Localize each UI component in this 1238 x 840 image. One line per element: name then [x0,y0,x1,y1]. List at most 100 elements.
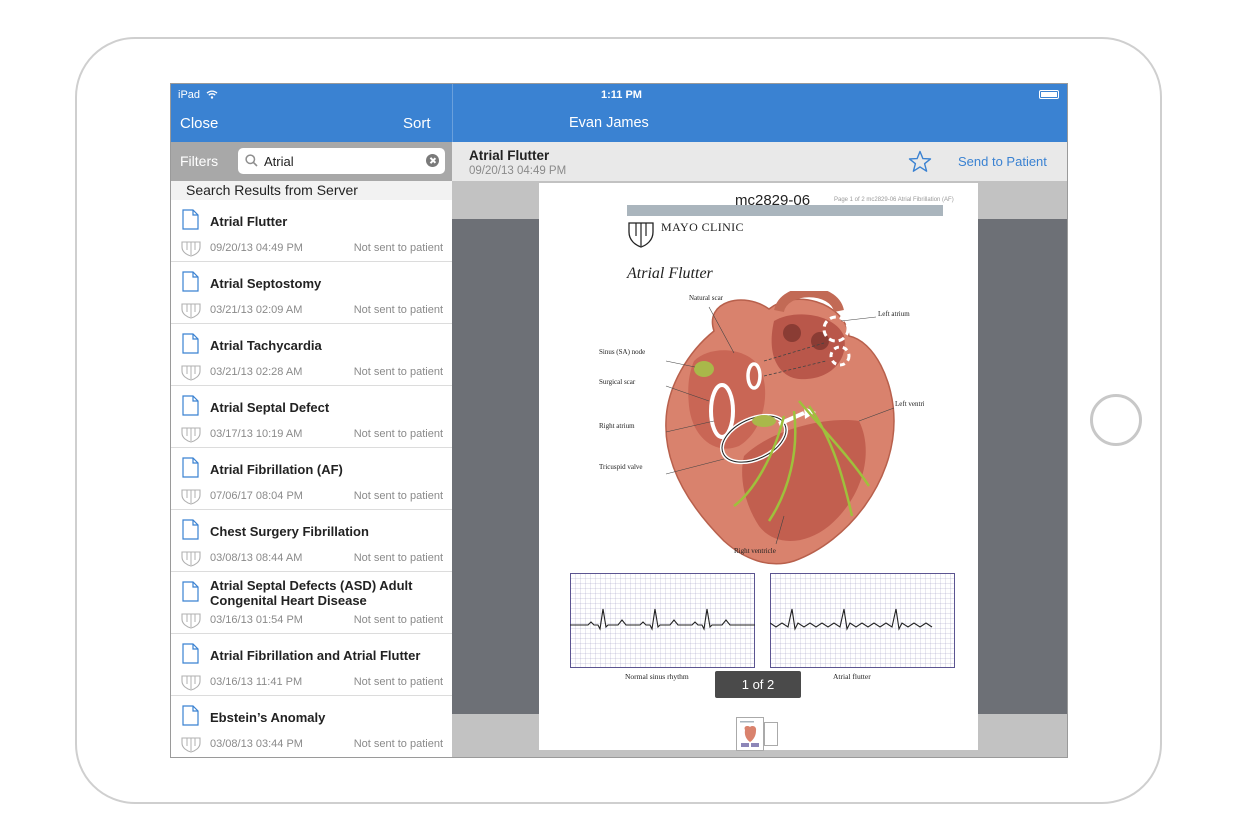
page-title: Atrial Flutter [627,265,713,282]
label-right-atrium: Right atrium [599,422,635,430]
document-icon [182,581,199,602]
search-input[interactable] [264,151,414,171]
results-list: Atrial Flutter 09/20/13 04:49 PM Not sen… [171,200,452,757]
mayo-shield-icon [181,303,201,319]
document-date: 09/20/13 04:49 PM [469,165,567,177]
home-button[interactable] [1090,394,1142,446]
mayo-shield-icon [181,551,201,567]
document-icon [182,519,199,540]
label-left-atrium: Left atrium [878,310,910,318]
item-title: Chest Surgery Fibrillation [210,524,369,539]
item-title: Atrial Tachycardia [210,338,322,353]
wifi-icon [206,90,218,99]
item-status: Not sent to patient [353,304,443,316]
document-viewer[interactable]: mc2829-06 Page 1 of 2 mc2829-06 Atrial F… [452,181,1067,757]
document-icon [182,333,199,354]
mayo-shield-icon [181,427,201,443]
item-status: Not sent to patient [353,242,443,254]
label-right-ventricle: Right ventricle [734,547,776,555]
list-item[interactable]: Atrial Septostomy 03/21/13 02:09 AM Not … [171,262,452,324]
list-item[interactable]: Atrial Septal Defect 03/17/13 10:19 AM N… [171,386,452,448]
item-title: Atrial Septal Defect [210,400,330,415]
document-icon [182,643,199,664]
item-date: 03/17/13 10:19 AM [210,428,303,440]
ekg-normal-label: Normal sinus rhythm [625,672,689,681]
ekg-normal-rhythm [570,573,755,668]
page-thumbnail[interactable] [736,717,764,751]
close-button[interactable]: Close [180,115,218,132]
send-to-patient-button[interactable]: Send to Patient [958,154,1047,169]
mayo-shield-icon [181,737,201,753]
page-thumbnail-2[interactable] [764,722,778,746]
item-date: 07/06/17 08:04 PM [210,490,303,502]
item-date: 03/08/13 03:44 PM [210,738,303,750]
item-title: Atrial Septal Defects (ASD) Adult Congen… [210,578,413,608]
item-date: 03/16/13 11:41 PM [210,676,303,688]
navigation-bar: iPad 1:11 PM Close Sort Evan James [171,84,1067,142]
list-item[interactable]: Atrial Fibrillation (AF) 07/06/17 08:04 … [171,448,452,510]
document-icon [182,271,199,292]
app-screen: iPad 1:11 PM Close Sort Evan James Filte… [170,83,1068,758]
list-item[interactable]: Atrial Fibrillation and Atrial Flutter 0… [171,634,452,696]
item-title: Ebstein’s Anomaly [210,710,326,725]
label-left-ventricle: Left ventricle [895,400,924,408]
ekg-atrial-flutter [770,573,955,668]
document-toolbar: Atrial Flutter 09/20/13 04:49 PM Send to… [452,142,1067,181]
status-time: 1:11 PM [601,89,642,101]
results-header: Search Results from Server [171,181,452,200]
filters-button[interactable]: Filters [180,153,218,169]
item-title: Atrial Septostomy [210,276,322,291]
list-item[interactable]: Atrial Tachycardia 03/21/13 02:28 AM Not… [171,324,452,386]
document-title: Atrial Flutter [469,148,550,163]
item-date: 03/21/13 02:09 AM [210,304,303,316]
document-icon [182,209,199,230]
mayo-shield-icon [181,241,201,257]
results-header-label: Search Results from Server [186,182,358,198]
list-item[interactable]: Chest Surgery Fibrillation 03/08/13 08:4… [171,510,452,572]
page-counter: 1 of 2 [715,671,801,698]
mayo-clinic-logo-icon [628,222,654,248]
label-surgical-scar: Surgical scar [599,378,636,386]
document-id: mc2829-06 [735,192,811,209]
patient-name: Evan James [569,115,649,131]
mayo-shield-icon [181,675,201,691]
sort-button[interactable]: Sort [403,115,431,132]
clear-search-icon[interactable] [426,154,439,167]
item-status: Not sent to patient [353,490,443,502]
status-carrier: iPad [178,89,218,101]
item-date: 03/08/13 08:44 AM [210,552,303,564]
item-status: Not sent to patient [353,428,443,440]
clinic-name: MAYO CLINIC [661,220,744,234]
page-header-text: Page 1 of 2 mc2829-06 Atrial Fibrillatio… [834,197,954,203]
list-item[interactable]: Ebstein’s Anomaly 03/08/13 03:44 PM Not … [171,696,452,757]
label-sinus-node: Sinus (SA) node [599,348,645,356]
battery-icon [1039,90,1059,99]
document-page: mc2829-06 Page 1 of 2 mc2829-06 Atrial F… [539,183,978,750]
label-natural-scar: Natural scar [689,294,724,302]
document-icon [182,395,199,416]
filter-bar: Filters [171,142,452,181]
item-date: 03/16/13 01:54 PM [210,614,303,626]
list-item[interactable]: Atrial Septal Defects (ASD) Adult Congen… [171,572,452,634]
results-panel: Filters Search Results from Server Atria… [171,142,452,757]
item-status: Not sent to patient [353,614,443,626]
search-box[interactable] [238,148,445,174]
item-title: Atrial Fibrillation (AF) [210,462,343,477]
thumbnail-heart-icon [740,721,759,747]
label-tricuspid-valve: Tricuspid valve [599,463,643,471]
mayo-shield-icon [181,365,201,381]
item-date: 09/20/13 04:49 PM [210,242,303,254]
heart-illustration: Natural scar Left atrium Sinus (SA) node… [599,291,924,565]
mayo-shield-icon [181,613,201,629]
mayo-shield-icon [181,489,201,505]
item-status: Not sent to patient [353,366,443,378]
list-item[interactable]: Atrial Flutter 09/20/13 04:49 PM Not sen… [171,200,452,262]
ekg-flutter-label: Atrial flutter [833,672,871,681]
item-title: Atrial Flutter [210,214,288,229]
item-status: Not sent to patient [353,738,443,750]
item-title: Atrial Fibrillation and Atrial Flutter [210,648,421,663]
document-icon [182,705,199,726]
nav-divider [452,84,453,142]
item-status: Not sent to patient [353,552,443,564]
star-icon[interactable] [908,150,932,173]
